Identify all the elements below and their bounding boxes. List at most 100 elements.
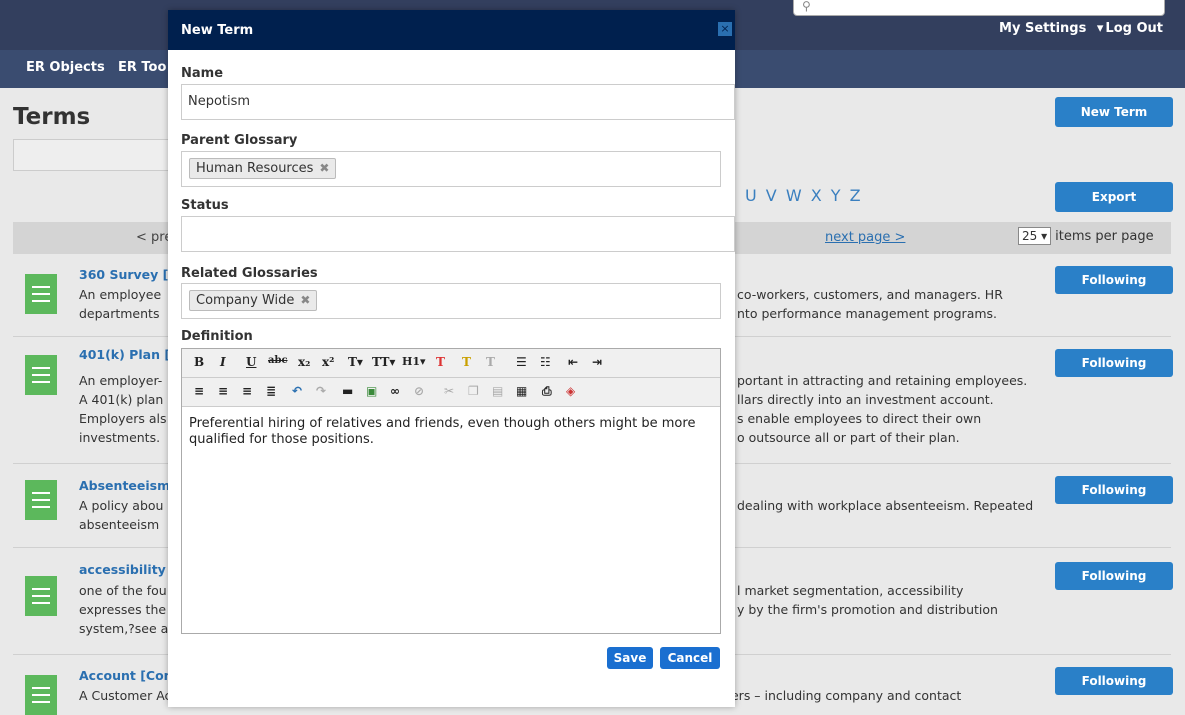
link-icon[interactable]: ∞	[390, 384, 400, 398]
term-title[interactable]: accessibility [	[79, 562, 176, 577]
following-button[interactable]: Following	[1055, 667, 1173, 695]
horizontal-rule-icon[interactable]: ▬	[342, 384, 353, 398]
my-settings-link[interactable]: My Settings	[999, 21, 1086, 36]
italic-icon[interactable]: I	[220, 355, 226, 369]
export-button[interactable]: Export	[1055, 182, 1173, 212]
paste-icon[interactable]: ▤	[492, 384, 503, 398]
user-menu: My Settings ▾ Log Out	[993, 21, 1163, 36]
nav-er-objects[interactable]: ER Objects	[26, 60, 105, 75]
dialog-title: New Term	[181, 23, 254, 38]
status-field[interactable]	[181, 216, 735, 252]
clear-format-icon[interactable]: T	[486, 355, 495, 369]
save-button[interactable]: Save	[607, 647, 653, 669]
parent-glossary-label: Parent Glossary	[181, 133, 298, 148]
outdent-icon[interactable]: ⇤	[568, 355, 578, 369]
remove-tag-icon[interactable]: ✖	[319, 161, 329, 175]
cut-icon[interactable]: ✂	[444, 384, 454, 398]
following-button[interactable]: Following	[1055, 476, 1173, 504]
desc-line: dealing with workplace absenteeism. Repe…	[737, 498, 1034, 513]
document-icon	[25, 576, 57, 616]
tag-label: Human Resources	[196, 161, 314, 176]
related-glossary-tag: Company Wide ✖	[189, 290, 318, 311]
nav-er-tools[interactable]: ER Too	[118, 60, 166, 75]
subscript-icon[interactable]: x₂	[298, 355, 310, 369]
dialog-header: New Term ×	[168, 10, 735, 50]
term-desc-right: dealing with workplace absenteeism. Repe…	[737, 496, 1067, 515]
definition-text[interactable]: Preferential hiring of relatives and fri…	[189, 416, 709, 448]
font-icon[interactable]: T▾	[348, 355, 363, 369]
close-icon[interactable]: ×	[718, 22, 732, 36]
desc-line: y by the firm's promotion and distributi…	[737, 602, 998, 617]
name-field[interactable]: Nepotism	[181, 84, 735, 120]
cancel-button[interactable]: Cancel	[660, 647, 720, 669]
term-title[interactable]: Account [Com	[79, 668, 177, 683]
parent-glossary-tag: Human Resources ✖	[189, 158, 337, 179]
global-search-input[interactable]: ⚲	[793, 0, 1165, 16]
term-title[interactable]: Absenteeism	[79, 478, 170, 493]
log-out-link[interactable]: Log Out	[1105, 21, 1163, 36]
desc-line: l market segmentation, accessibility	[737, 583, 964, 598]
justify-icon[interactable]: ≣	[266, 384, 276, 398]
desc-line: s enable employees to direct their own	[737, 411, 982, 426]
bold-icon[interactable]: B	[194, 355, 204, 369]
text-color-icon[interactable]: T	[436, 355, 445, 369]
remove-tag-icon[interactable]: ✖	[300, 293, 310, 307]
following-button[interactable]: Following	[1055, 562, 1173, 590]
term-desc-right: l market segmentation, accessibility y b…	[737, 581, 1067, 619]
superscript-icon[interactable]: x²	[322, 355, 334, 369]
redo-icon[interactable]: ↷	[316, 384, 326, 398]
search-icon: ⚲	[802, 0, 811, 13]
desc-line: portant in attracting and retaining empl…	[737, 373, 1028, 388]
source-code-icon[interactable]: ◈	[566, 384, 575, 398]
paste-word-icon[interactable]: ▦	[516, 384, 527, 398]
document-icon	[25, 355, 57, 395]
term-desc-right: co-workers, customers, and managers. HR …	[737, 285, 1067, 323]
align-right-icon[interactable]: ≡	[242, 384, 252, 398]
parent-glossary-field[interactable]: Human Resources ✖	[181, 151, 721, 187]
per-page-select[interactable]: 25 ▾	[1018, 227, 1052, 245]
next-page-link[interactable]: next page >	[825, 230, 905, 245]
undo-icon[interactable]: ↶	[292, 384, 302, 398]
status-label: Status	[181, 198, 229, 213]
definition-label: Definition	[181, 329, 253, 344]
term-desc-right: portant in attracting and retaining empl…	[737, 371, 1067, 447]
related-glossaries-label: Related Glossaries	[181, 266, 318, 281]
new-term-button[interactable]: New Term	[1055, 97, 1173, 127]
underline-icon[interactable]: U	[246, 355, 256, 369]
prev-page-link[interactable]: < pre	[136, 230, 172, 245]
per-page-label: items per page	[1055, 229, 1154, 244]
align-left-icon[interactable]: ≡	[194, 384, 204, 398]
items-per-page: 25 ▾ items per page	[1018, 227, 1154, 245]
document-icon	[25, 480, 57, 520]
per-page-value: 25	[1022, 229, 1038, 243]
caret-down-icon: ▾	[1096, 21, 1104, 36]
editor-toolbar-1: B I U abc x₂ x² T▾ TT▾ H1▾ T T T ☰ ☷ ⇤ ⇥	[182, 349, 720, 378]
tag-label: Company Wide	[196, 293, 295, 308]
copy-icon[interactable]: ❐	[468, 384, 479, 398]
indent-icon[interactable]: ⇥	[592, 355, 602, 369]
print-icon[interactable]: ⎙	[542, 384, 552, 399]
alphabet-filter[interactable]: U V W X Y Z	[745, 186, 863, 205]
desc-line: llars directly into an investment accoun…	[737, 392, 994, 407]
font-size-icon[interactable]: TT▾	[372, 355, 395, 369]
heading-icon[interactable]: H1▾	[402, 355, 426, 368]
name-label: Name	[181, 66, 224, 81]
page-title: Terms	[13, 104, 91, 130]
image-icon[interactable]: ▣	[366, 384, 377, 398]
bullet-list-icon[interactable]: ☰	[516, 355, 527, 369]
term-title[interactable]: 401(k) Plan [	[79, 347, 170, 362]
highlight-icon[interactable]: T	[462, 355, 471, 369]
new-term-dialog: New Term × Name Nepotism Parent Glossary…	[168, 10, 735, 707]
term-title[interactable]: 360 Survey [H	[79, 267, 179, 282]
chevron-down-icon: ▾	[1041, 229, 1048, 243]
filter-input[interactable]	[13, 139, 175, 171]
desc-line: nto performance management programs.	[737, 306, 998, 321]
align-center-icon[interactable]: ≡	[218, 384, 228, 398]
document-icon	[25, 274, 57, 314]
unlink-icon[interactable]: ⊘	[414, 384, 424, 398]
strikethrough-icon[interactable]: abc	[268, 355, 288, 366]
related-glossaries-field[interactable]: Company Wide ✖	[181, 283, 721, 319]
following-button[interactable]: Following	[1055, 266, 1173, 294]
numbered-list-icon[interactable]: ☷	[540, 355, 551, 369]
following-button[interactable]: Following	[1055, 349, 1173, 377]
